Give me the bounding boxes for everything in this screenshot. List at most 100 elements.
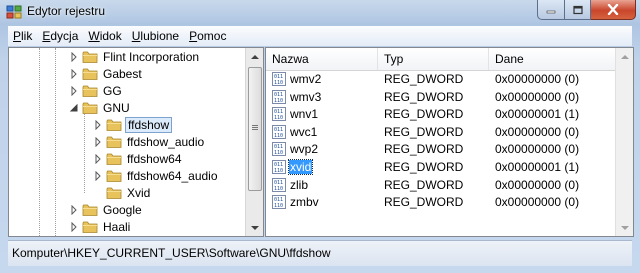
tree-item-label: GG — [103, 84, 122, 98]
list-row[interactable]: 011 110 wmv3 REG_DWORD 0x00000000 (0) — [266, 89, 616, 106]
svg-text:110: 110 — [274, 98, 283, 104]
scroll-up-button[interactable] — [246, 48, 263, 65]
value-name: zmbv — [290, 195, 319, 210]
tree-item[interactable]: ffdshow — [9, 117, 249, 134]
list-scrollbar[interactable] — [615, 48, 633, 236]
value-data: 0x00000001 (1) — [495, 160, 580, 174]
values-list[interactable]: Nazwa Typ Dane 011 110 wmv2 REG_DWORD 0x0000… — [265, 47, 634, 237]
list-row[interactable]: 011 110 wvp2 REG_DWORD 0x00000000 (0) — [266, 141, 616, 158]
tree-item[interactable]: GNU — [9, 100, 249, 117]
reg-dword-icon: 011110 — [272, 72, 286, 86]
tree-item[interactable]: Flint Incorporation — [9, 49, 249, 66]
value-data: 0x00000001 (1) — [495, 107, 580, 122]
maximize-button[interactable] — [565, 0, 591, 20]
close-icon — [607, 4, 619, 15]
folder-icon — [106, 187, 122, 199]
expand-arrow-icon[interactable] — [69, 222, 79, 232]
registry-editor-icon — [6, 5, 22, 19]
menu-item-edycja[interactable]: Edycja — [37, 29, 83, 43]
value-data: 0x00000000 (0) — [495, 124, 580, 139]
collapse-arrow-icon[interactable] — [69, 103, 79, 113]
scroll-up-icon — [250, 54, 259, 59]
tree-item-label: Flint Incorporation — [103, 50, 200, 64]
tree-item-label: Xvid — [127, 186, 151, 200]
status-path: Komputer\HKEY_CURRENT_USER\Software\GNU\… — [12, 246, 331, 260]
reg-dword-icon: 011110 — [272, 124, 286, 139]
tree-item-label: Gabest — [103, 67, 142, 81]
value-type: REG_DWORD — [384, 177, 464, 192]
close-button[interactable] — [591, 0, 636, 20]
registry-tree[interactable]: Flint Incorporation Gabest GG GNU ffdshow ffd… — [8, 47, 264, 237]
expand-arrow-icon[interactable] — [69, 205, 79, 215]
window-title: Edytor rejestru — [27, 4, 106, 18]
minimize-button[interactable] — [537, 0, 565, 20]
list-row[interactable]: 011 110 xvid REG_DWORD 0x00000001 (1) — [266, 159, 616, 176]
list-row[interactable]: 011 110 zlib REG_DWORD 0x00000000 (0) — [266, 177, 616, 194]
list-row[interactable]: 011 110 wnv1 REG_DWORD 0x00000001 (1) — [266, 106, 616, 123]
menu-item-pomoc[interactable]: Pomoc — [184, 29, 231, 43]
folder-icon — [82, 68, 98, 80]
list-row[interactable]: 011 110 zmbv REG_DWORD 0x00000000 (0) — [266, 194, 616, 211]
column-header-nazwa[interactable]: Nazwa — [266, 48, 378, 70]
value-name: wvc1 — [290, 124, 318, 139]
expand-arrow-icon[interactable] — [69, 52, 79, 62]
tree-item-label: GNU — [103, 101, 130, 115]
folder-icon — [82, 85, 98, 97]
tree-scrollbar[interactable] — [245, 48, 263, 236]
value-data: 0x00000000 (0) — [495, 89, 580, 104]
tree-item-label: Haali — [103, 220, 131, 234]
column-header-typ[interactable]: Typ — [378, 48, 489, 70]
title-bar[interactable]: Edytor rejestru — [0, 0, 640, 24]
tree-item[interactable]: Google — [9, 202, 249, 219]
tree-item[interactable]: ffdshow_audio — [9, 134, 249, 151]
tree-item[interactable]: ffdshow64 — [9, 151, 249, 168]
scroll-up-button[interactable] — [616, 48, 633, 65]
value-data: 0x00000000 (0) — [495, 72, 580, 86]
status-bar: Komputer\HKEY_CURRENT_USER\Software\GNU\… — [8, 240, 632, 266]
reg-dword-icon: 011110 — [272, 89, 286, 104]
menu-item-widok[interactable]: Widok — [83, 29, 126, 43]
tree-item[interactable]: Gabest — [9, 66, 249, 83]
reg-dword-icon: 011110 — [272, 107, 286, 122]
svg-text:110: 110 — [274, 186, 283, 192]
reg-dword-icon: 011110 — [272, 195, 286, 210]
folder-icon — [106, 153, 122, 165]
expand-arrow-icon[interactable] — [93, 137, 103, 147]
list-row[interactable]: 011 110 wmv2 REG_DWORD 0x00000000 (0) — [266, 71, 616, 88]
scroll-down-icon — [250, 225, 259, 230]
expand-arrow-icon[interactable] — [93, 120, 103, 130]
scroll-down-button[interactable] — [246, 219, 263, 236]
value-name: wnv1 — [290, 107, 319, 122]
tree-item[interactable]: Xvid — [9, 185, 249, 202]
expand-arrow-icon[interactable] — [93, 154, 103, 164]
scroll-thumb[interactable] — [248, 67, 262, 191]
expand-arrow-icon[interactable] — [69, 69, 79, 79]
menu-item-ulubione[interactable]: Ulubione — [127, 29, 184, 43]
value-name: wmv2 — [290, 72, 322, 86]
registry-editor-window: Edytor rejestru Plik Edycja Widok Ulubio… — [0, 0, 640, 273]
list-row[interactable]: 011 110 wvc1 REG_DWORD 0x00000000 (0) — [266, 124, 616, 141]
tree-item[interactable]: Haali — [9, 219, 249, 236]
tree-item-label: ffdshow64 — [127, 152, 182, 166]
folder-icon — [106, 170, 122, 182]
value-type: REG_DWORD — [384, 142, 464, 157]
scroll-up-icon — [620, 54, 629, 59]
folder-icon — [82, 51, 98, 63]
folder-icon — [82, 221, 98, 233]
svg-text:110: 110 — [274, 115, 283, 121]
tree-item[interactable]: GG — [9, 83, 249, 100]
tree-item[interactable]: ffdshow64_audio — [9, 168, 249, 185]
expand-arrow-icon[interactable] — [69, 86, 79, 96]
value-type: REG_DWORD — [384, 195, 464, 210]
value-data: 0x00000000 (0) — [495, 177, 580, 192]
folder-icon — [82, 102, 98, 114]
value-data: 0x00000000 (0) — [495, 195, 580, 210]
expand-arrow-icon[interactable] — [93, 171, 103, 181]
menu-item-plik[interactable]: Plik — [8, 29, 37, 43]
scroll-down-button[interactable] — [616, 219, 633, 236]
svg-text:110: 110 — [274, 80, 283, 86]
value-name: wmv3 — [290, 89, 322, 104]
column-header-dane[interactable]: Dane — [489, 48, 616, 70]
caption-buttons — [537, 0, 636, 20]
tree-item-label: ffdshow64_audio — [127, 169, 218, 183]
